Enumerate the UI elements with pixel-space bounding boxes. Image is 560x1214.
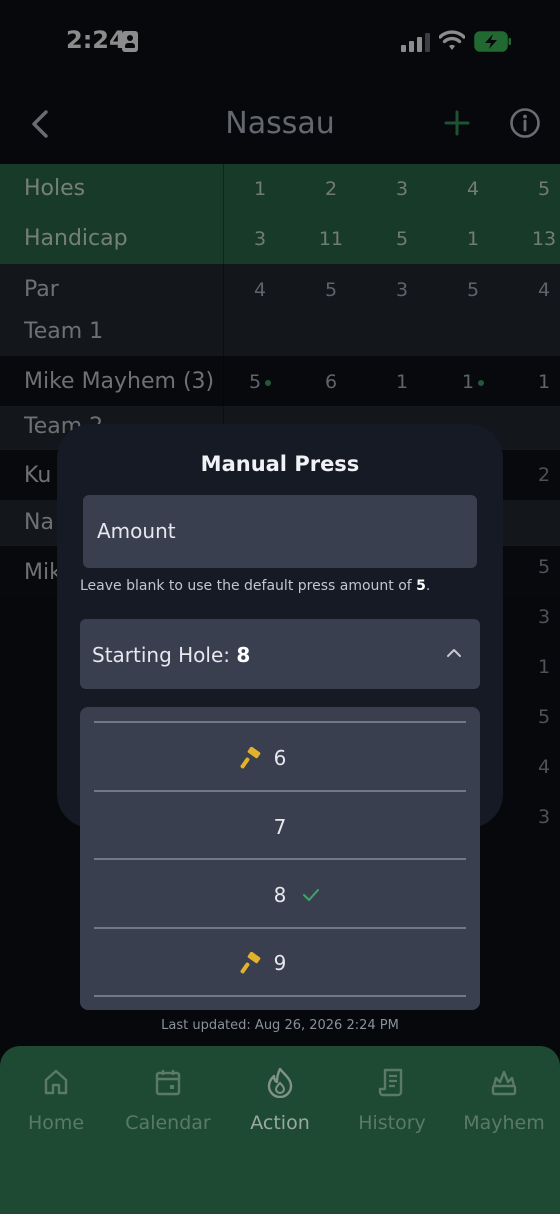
tab-calendar[interactable]: Calendar	[112, 1066, 224, 1134]
starting-hole-options: 6 7 8 9	[80, 707, 480, 1010]
starting-hole-label: Starting Hole: 8	[92, 643, 251, 667]
sheet-title: Manual Press	[200, 452, 360, 476]
checkmark-icon	[303, 889, 319, 901]
scroll-icon	[378, 1068, 403, 1097]
flame-icon	[267, 1067, 293, 1098]
option-hole-7[interactable]: 7	[80, 793, 480, 861]
option-hole-9[interactable]: 9	[80, 929, 480, 997]
hammer-icon	[240, 952, 261, 974]
tab-bar: Home Calendar Action History Mayhem	[0, 1046, 560, 1214]
starting-hole-select[interactable]: Starting Hole: 8	[80, 619, 480, 689]
option-hole-8[interactable]: 8	[80, 861, 480, 929]
tab-history[interactable]: History	[336, 1066, 448, 1134]
calendar-icon	[155, 1070, 181, 1096]
option-hole-6[interactable]: 6	[80, 724, 480, 792]
explosion-icon	[491, 1070, 517, 1096]
amount-placeholder: Amount	[97, 519, 176, 543]
chevron-up-icon	[447, 649, 461, 657]
hammer-icon	[240, 747, 261, 769]
tab-mayhem[interactable]: Mayhem	[448, 1066, 560, 1134]
amount-input[interactable]: Amount	[83, 495, 477, 568]
last-updated: Last updated: Aug 26, 2026 2:24 PM	[161, 1018, 399, 1033]
tab-home[interactable]: Home	[0, 1066, 112, 1134]
amount-hint: Leave blank to use the default press amo…	[80, 578, 431, 594]
home-icon	[44, 1069, 68, 1095]
tab-action[interactable]: Action	[224, 1066, 336, 1134]
